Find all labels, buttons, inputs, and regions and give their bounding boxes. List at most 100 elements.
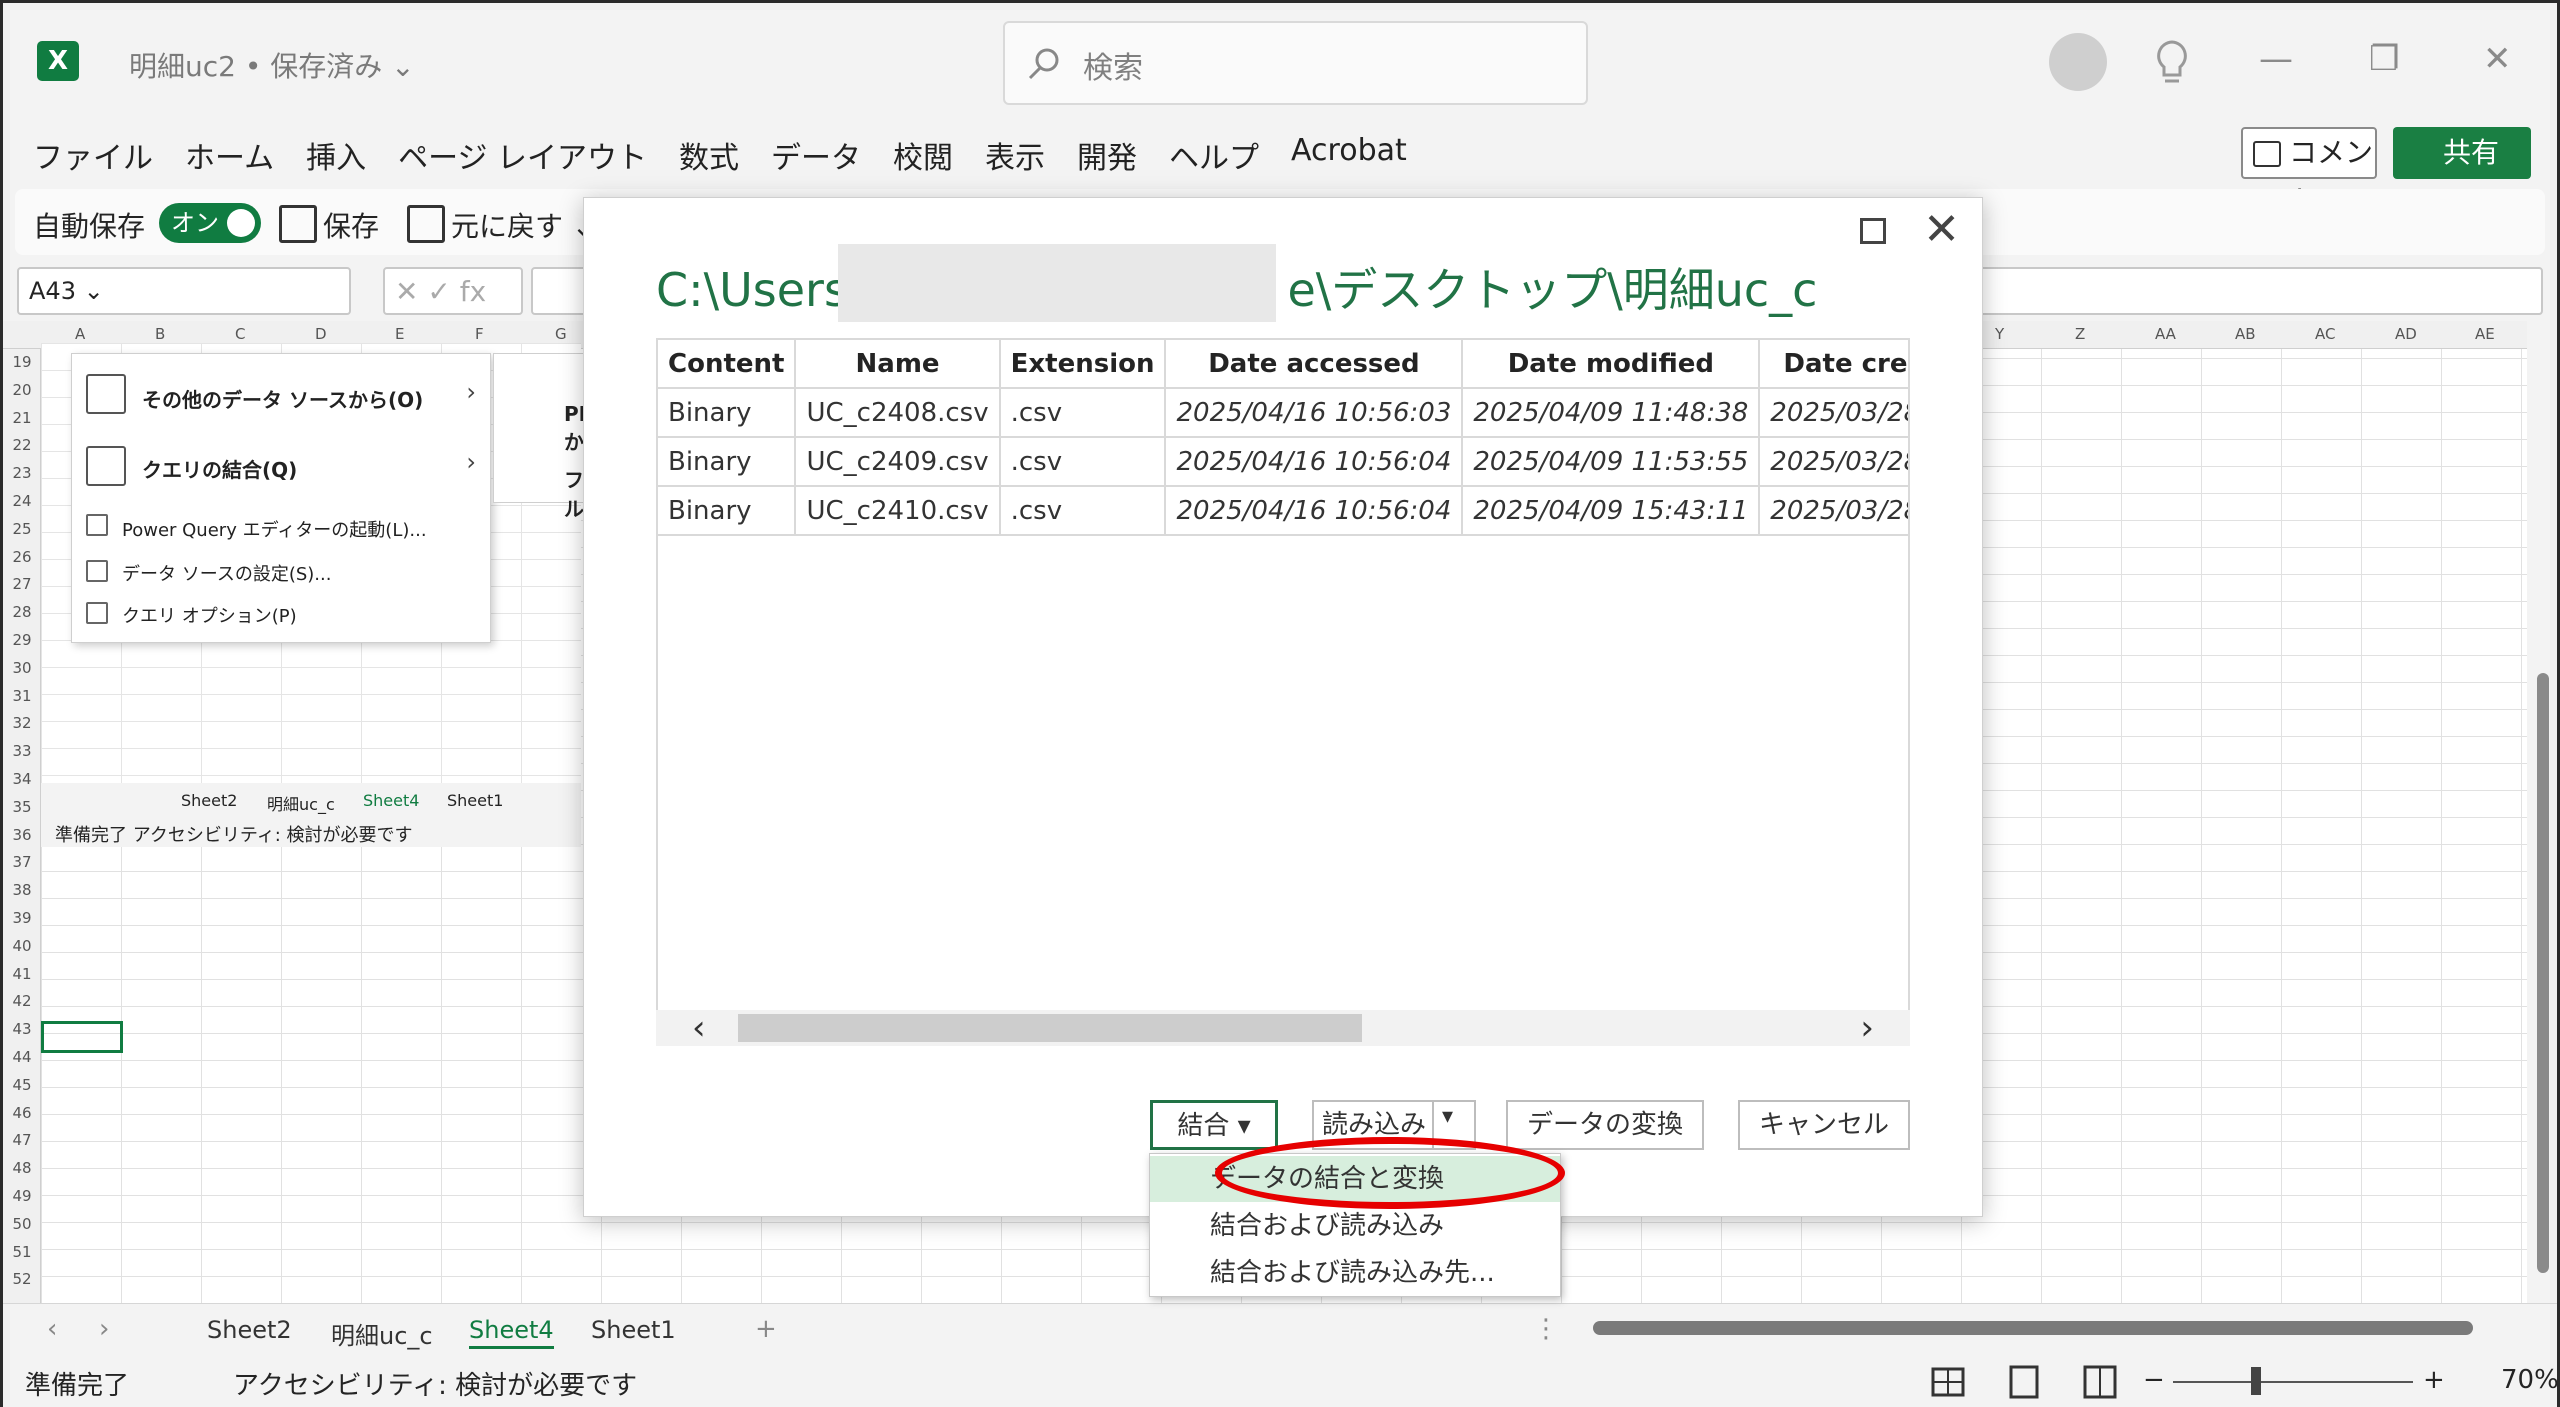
row-number[interactable]: 36	[3, 826, 41, 844]
autosave-toggle[interactable]: オン	[159, 203, 261, 243]
more-options-icon[interactable]: ⋮	[1533, 1314, 1559, 1344]
row-number[interactable]: 38	[3, 881, 41, 899]
row-number[interactable]: 25	[3, 520, 41, 538]
row-number[interactable]: 28	[3, 603, 41, 621]
page-layout-view-icon[interactable]	[1999, 1361, 2049, 1403]
column-letter[interactable]: A	[75, 325, 85, 343]
search-box[interactable]: 検索	[1003, 21, 1588, 105]
sheet-tab-sheet2[interactable]: Sheet2	[207, 1316, 292, 1344]
menu-item-combine-load-to[interactable]: 結合および読み込み先...	[1150, 1250, 1560, 1296]
tab-insert[interactable]: 挿入	[306, 133, 366, 176]
document-title[interactable]: 明細uc2 • 保存済み ⌄	[129, 45, 415, 85]
row-number[interactable]: 46	[3, 1104, 41, 1122]
sheet-tab-meisai[interactable]: 明細uc_c	[331, 1316, 433, 1351]
zoom-level[interactable]: 70%	[2501, 1365, 2559, 1395]
cancel-button[interactable]: キャンセル	[1738, 1100, 1910, 1150]
horizontal-scrollbar[interactable]	[1593, 1321, 2473, 1335]
row-number[interactable]: 45	[3, 1076, 41, 1094]
combine-button[interactable]: 結合 ▾	[1150, 1100, 1278, 1150]
row-number[interactable]: 29	[3, 631, 41, 649]
row-number[interactable]: 44	[3, 1048, 41, 1066]
tab-review[interactable]: 校閲	[893, 133, 953, 176]
row-number[interactable]: 37	[3, 853, 41, 871]
tab-page-layout[interactable]: ページ レイアウト	[398, 133, 647, 176]
restore-button[interactable]: ❐	[2369, 39, 2399, 79]
formula-controls[interactable]: ✕ ✓ fx ⌄	[383, 267, 523, 341]
column-letter[interactable]: AB	[2235, 325, 2256, 343]
close-icon[interactable]: ✕	[1923, 208, 1960, 252]
share-button[interactable]: 共有 ⌄	[2393, 127, 2531, 221]
column-letter[interactable]: AD	[2395, 325, 2417, 343]
sheet-tab-sheet4[interactable]: Sheet4	[469, 1316, 554, 1349]
maximize-icon[interactable]	[1860, 218, 1886, 244]
lightbulb-icon[interactable]	[2153, 39, 2191, 87]
tab-developer[interactable]: 開発	[1077, 133, 1137, 176]
next-sheet-icon[interactable]: ›	[99, 1314, 109, 1344]
tab-data[interactable]: データ	[771, 133, 861, 176]
accessibility-status[interactable]: アクセシビリティ: 検討が必要です	[233, 1365, 637, 1402]
tab-view[interactable]: 表示	[985, 133, 1045, 176]
vertical-scrollbar[interactable]	[2531, 321, 2555, 1303]
row-number[interactable]: 51	[3, 1243, 41, 1261]
zoom-slider-knob[interactable]	[2251, 1367, 2261, 1395]
row-number[interactable]: 47	[3, 1131, 41, 1149]
add-sheet-icon[interactable]: +	[755, 1314, 777, 1344]
row-number[interactable]: 35	[3, 798, 41, 816]
row-number[interactable]: 27	[3, 575, 41, 593]
row-number[interactable]: 30	[3, 659, 41, 677]
row-number[interactable]: 39	[3, 909, 41, 927]
row-number[interactable]: 49	[3, 1187, 41, 1205]
row-number[interactable]: 19	[3, 353, 41, 371]
row-number[interactable]: 34	[3, 770, 41, 788]
column-letter[interactable]: AE	[2475, 325, 2495, 343]
transform-data-button[interactable]: データの変換	[1506, 1100, 1704, 1150]
column-letter[interactable]: B	[155, 325, 165, 343]
page-break-view-icon[interactable]	[2075, 1361, 2125, 1403]
zoom-slider[interactable]	[2173, 1381, 2413, 1383]
table-scroll-thumb[interactable]	[738, 1014, 1362, 1042]
row-number[interactable]: 31	[3, 687, 41, 705]
prev-sheet-icon[interactable]: ‹	[47, 1314, 57, 1344]
row-number[interactable]: 50	[3, 1215, 41, 1233]
tab-formulas[interactable]: 数式	[679, 133, 739, 176]
tab-help[interactable]: ヘルプ	[1169, 133, 1259, 176]
row-number[interactable]: 22	[3, 436, 41, 454]
row-number[interactable]: 40	[3, 937, 41, 955]
scroll-left-icon[interactable]: ‹	[692, 1008, 706, 1048]
tab-home[interactable]: ホーム	[185, 133, 274, 176]
row-number[interactable]: 32	[3, 714, 41, 732]
menu-item-combine-load[interactable]: 結合および読み込み	[1150, 1203, 1560, 1249]
row-number[interactable]: 41	[3, 965, 41, 983]
normal-view-icon[interactable]	[1923, 1361, 1973, 1403]
column-letter[interactable]: F	[475, 325, 484, 343]
minimize-button[interactable]: —	[2259, 39, 2293, 79]
save-button[interactable]: 保存	[279, 205, 379, 245]
zoom-in-button[interactable]: +	[2423, 1365, 2445, 1395]
table-horizontal-scrollbar[interactable]: ‹ ›	[656, 1008, 1910, 1048]
column-letter[interactable]: AC	[2315, 325, 2335, 343]
name-box[interactable]: A43 ⌄	[17, 267, 351, 315]
row-number[interactable]: 52	[3, 1270, 41, 1288]
tab-file[interactable]: ファイル	[33, 133, 153, 176]
row-number[interactable]: 23	[3, 464, 41, 482]
selected-cell[interactable]	[41, 1021, 123, 1053]
zoom-out-button[interactable]: −	[2143, 1365, 2165, 1395]
row-number[interactable]: 24	[3, 492, 41, 510]
row-number[interactable]: 26	[3, 548, 41, 566]
column-letter[interactable]: E	[395, 325, 404, 343]
account-avatar-icon[interactable]	[2049, 33, 2107, 91]
load-dropdown-arrow[interactable]: ▾	[1442, 1104, 1453, 1129]
row-number[interactable]: 48	[3, 1159, 41, 1177]
row-number[interactable]: 33	[3, 742, 41, 760]
column-letter[interactable]: Z	[2075, 325, 2085, 343]
tab-acrobat[interactable]: Acrobat	[1291, 133, 1407, 173]
column-letter[interactable]: Y	[1995, 325, 2004, 343]
column-letter[interactable]: D	[315, 325, 327, 343]
column-letter[interactable]: AA	[2155, 325, 2176, 343]
close-window-button[interactable]: ✕	[2483, 39, 2512, 79]
undo-button[interactable]: 元に戻す ⌄	[407, 205, 595, 245]
vertical-scroll-thumb[interactable]	[2537, 673, 2549, 1273]
row-number[interactable]: 21	[3, 409, 41, 427]
row-number[interactable]: 43	[3, 1020, 41, 1038]
row-number[interactable]: 20	[3, 381, 41, 399]
